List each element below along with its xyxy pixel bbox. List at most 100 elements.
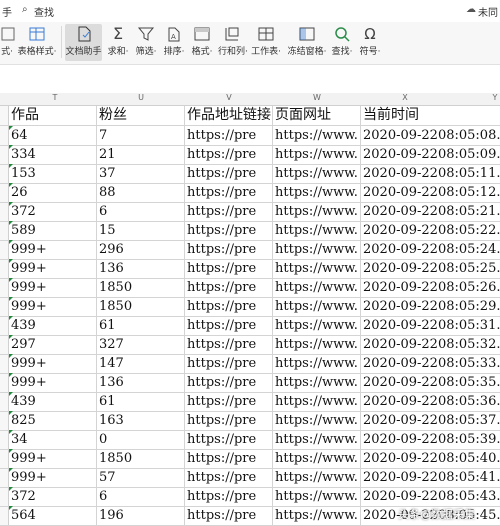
- cell-current-time[interactable]: 2020-09-2208:05:36.: [361, 392, 500, 411]
- cell-fans[interactable]: 6: [97, 487, 185, 506]
- cell-fans[interactable]: 136: [97, 259, 185, 278]
- ribbon-item-sum[interactable]: Σ 求和·: [106, 24, 130, 61]
- cell-works[interactable]: 999+: [9, 468, 97, 487]
- cell-work-url[interactable]: https://pre: [185, 487, 273, 506]
- cell-work-url[interactable]: https://pre: [185, 183, 273, 202]
- cell-current-time[interactable]: 2020-09-2208:05:33.: [361, 354, 500, 373]
- cell-current-time[interactable]: 2020-09-2208:05:26.: [361, 278, 500, 297]
- cell-page-url[interactable]: https://www.: [273, 183, 361, 202]
- ribbon-item-symbol[interactable]: Ω 符号·: [358, 24, 382, 61]
- cell-fans[interactable]: 1850: [97, 278, 185, 297]
- cell-works[interactable]: 372: [9, 487, 97, 506]
- cell-page-url[interactable]: https://www.: [273, 392, 361, 411]
- cell-page-url[interactable]: https://www.: [273, 506, 361, 525]
- cell-works[interactable]: 999+: [9, 449, 97, 468]
- cell-page-url[interactable]: https://www.: [273, 373, 361, 392]
- cell-works[interactable]: 34: [9, 430, 97, 449]
- cell-fans[interactable]: 1850: [97, 297, 185, 316]
- cell-current-time[interactable]: 2020-09-2208:05:24.: [361, 240, 500, 259]
- cell-current-time[interactable]: 2020-09-2208:05:37.: [361, 411, 500, 430]
- column-letter[interactable]: V: [219, 93, 239, 102]
- cell-fans[interactable]: 15: [97, 221, 185, 240]
- cell-fans[interactable]: 1850: [97, 449, 185, 468]
- cell-work-url[interactable]: https://pre: [185, 145, 273, 164]
- cell-work-url[interactable]: https://pre: [185, 221, 273, 240]
- menu-fragment[interactable]: 手: [2, 4, 12, 19]
- cell-current-time[interactable]: 2020-09-2208:05:12.: [361, 183, 500, 202]
- cell-page-url[interactable]: https://www.: [273, 278, 361, 297]
- cell-works[interactable]: 999+: [9, 240, 97, 259]
- header-cell-fans[interactable]: 粉丝: [97, 106, 185, 125]
- cell-fans[interactable]: 136: [97, 373, 185, 392]
- ribbon-item-row-col[interactable]: 行和列·: [218, 24, 248, 61]
- cell-current-time[interactable]: 2020-09-2208:05:32.: [361, 335, 500, 354]
- cell-works[interactable]: 999+: [9, 297, 97, 316]
- cell-page-url[interactable]: https://www.: [273, 449, 361, 468]
- search-label[interactable]: 查找: [34, 4, 54, 19]
- cell-page-url[interactable]: https://www.: [273, 335, 361, 354]
- cell-works[interactable]: 999+: [9, 259, 97, 278]
- cell-work-url[interactable]: https://pre: [185, 468, 273, 487]
- column-letter[interactable]: Y: [485, 93, 500, 102]
- cell-works[interactable]: 26: [9, 183, 97, 202]
- cell-current-time[interactable]: 2020-09-2208:05:40.: [361, 449, 500, 468]
- cell-work-url[interactable]: https://pre: [185, 278, 273, 297]
- cell-works[interactable]: 999+: [9, 373, 97, 392]
- header-cell-work-url[interactable]: 作品地址链接: [185, 106, 273, 125]
- cell-works[interactable]: 153: [9, 164, 97, 183]
- header-cell-page-url[interactable]: 页面网址: [273, 106, 361, 125]
- cell-page-url[interactable]: https://www.: [273, 430, 361, 449]
- ribbon-item-filter[interactable]: 筛选·: [134, 24, 158, 61]
- column-letter[interactable]: W: [307, 93, 327, 102]
- cell-works[interactable]: 439: [9, 392, 97, 411]
- ribbon-item-format-cell[interactable]: 格式·: [190, 24, 214, 61]
- cell-work-url[interactable]: https://pre: [185, 240, 273, 259]
- cell-fans[interactable]: 6: [97, 202, 185, 221]
- cell-fans[interactable]: 0: [97, 430, 185, 449]
- cell-current-time[interactable]: 2020-09-2208:05:41.: [361, 468, 500, 487]
- ribbon-item-sort[interactable]: A 排序·: [162, 24, 186, 61]
- cell-page-url[interactable]: https://www.: [273, 297, 361, 316]
- cell-works[interactable]: 589: [9, 221, 97, 240]
- cell-fans[interactable]: 61: [97, 316, 185, 335]
- header-cell-works[interactable]: 作品: [9, 106, 97, 125]
- cell-page-url[interactable]: https://www.: [273, 468, 361, 487]
- cell-fans[interactable]: 163: [97, 411, 185, 430]
- cell-current-time[interactable]: 2020-09-2208:05:21.: [361, 202, 500, 221]
- cell-current-time[interactable]: 2020-09-2208:05:35.: [361, 373, 500, 392]
- column-letter[interactable]: X: [395, 93, 415, 102]
- cell-work-url[interactable]: https://pre: [185, 202, 273, 221]
- cell-works[interactable]: 372: [9, 202, 97, 221]
- cell-fans[interactable]: 327: [97, 335, 185, 354]
- cell-page-url[interactable]: https://www.: [273, 240, 361, 259]
- cell-work-url[interactable]: https://pre: [185, 316, 273, 335]
- cell-page-url[interactable]: https://www.: [273, 126, 361, 145]
- cell-page-url[interactable]: https://www.: [273, 411, 361, 430]
- cell-work-url[interactable]: https://pre: [185, 354, 273, 373]
- cell-works[interactable]: 334: [9, 145, 97, 164]
- ribbon-item-format[interactable]: 式·: [0, 24, 15, 61]
- cell-work-url[interactable]: https://pre: [185, 335, 273, 354]
- cell-fans[interactable]: 21: [97, 145, 185, 164]
- cell-fans[interactable]: 7: [97, 126, 185, 145]
- ribbon-item-find[interactable]: 查找·: [330, 24, 354, 61]
- cell-work-url[interactable]: https://pre: [185, 373, 273, 392]
- cell-current-time[interactable]: 2020-09-2208:05:08.: [361, 126, 500, 145]
- cell-work-url[interactable]: https://pre: [185, 297, 273, 316]
- cell-current-time[interactable]: 2020-09-2208:05:43.: [361, 487, 500, 506]
- cell-works[interactable]: 297: [9, 335, 97, 354]
- ribbon-item-table-style[interactable]: 表格样式·: [17, 24, 57, 61]
- cell-fans[interactable]: 57: [97, 468, 185, 487]
- search-icon[interactable]: ⌕: [22, 4, 28, 15]
- column-letter[interactable]: U: [131, 93, 151, 102]
- cell-works[interactable]: 439: [9, 316, 97, 335]
- cell-current-time[interactable]: 2020-09-2208:05:39.: [361, 430, 500, 449]
- cell-work-url[interactable]: https://pre: [185, 411, 273, 430]
- cell-work-url[interactable]: https://pre: [185, 449, 273, 468]
- cell-page-url[interactable]: https://www.: [273, 487, 361, 506]
- cell-works[interactable]: 825: [9, 411, 97, 430]
- header-cell-current-time[interactable]: 当前时间: [361, 106, 500, 125]
- cell-fans[interactable]: 147: [97, 354, 185, 373]
- cell-work-url[interactable]: https://pre: [185, 259, 273, 278]
- cell-page-url[interactable]: https://www.: [273, 354, 361, 373]
